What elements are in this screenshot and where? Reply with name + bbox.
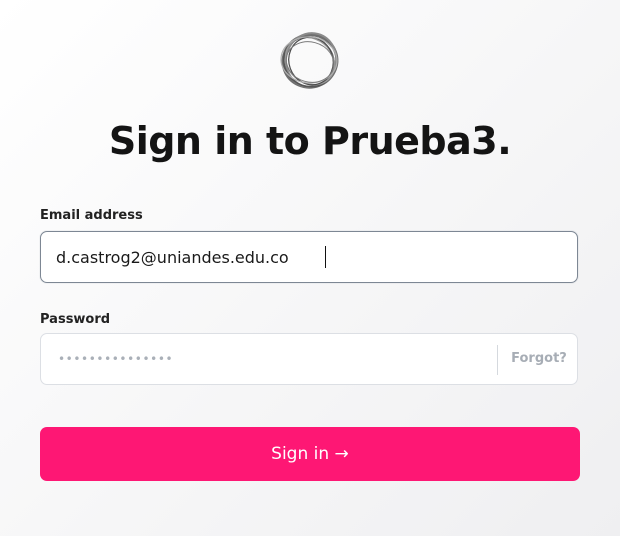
sign-in-button[interactable]: Sign in → [40, 427, 580, 481]
password-input[interactable]: ••••••••••••••• [58, 350, 173, 368]
email-input[interactable] [41, 232, 577, 282]
password-field-container[interactable]: ••••••••••••••• Forgot? [40, 333, 578, 385]
email-label: Email address [40, 208, 143, 223]
password-label: Password [40, 312, 111, 327]
app-logo-icon [276, 27, 344, 95]
forgot-password-link[interactable]: Forgot? [498, 334, 578, 384]
text-caret [325, 246, 326, 268]
page-title: Sign in to Prueba3. [108, 119, 512, 163]
email-field-container[interactable] [40, 231, 578, 283]
